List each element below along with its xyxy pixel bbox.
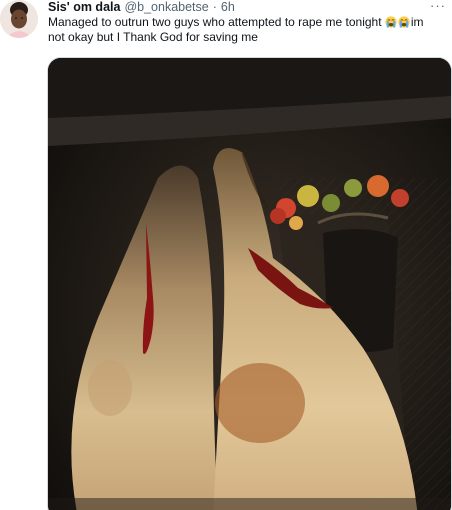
timestamp[interactable]: 6h [221,0,235,14]
author-handle[interactable]: @b_onkabetse [124,0,208,14]
tweet-text-part-1: Managed to outrun two guys who attempted… [48,15,385,29]
tweet-photo[interactable] [47,57,452,510]
tweet-header: Sis' om dala @b_onkabetse · 6h [48,0,235,16]
avatar-image [0,0,38,38]
author-name[interactable]: Sis' om dala [48,0,120,14]
tweet-text: Managed to outrun two guys who attempted… [48,15,438,45]
tweet: Sis' om dala @b_onkabetse · 6h ··· Manag… [0,0,452,510]
separator-dot: · [212,0,217,14]
loudly-crying-face-icon [398,16,411,28]
photo-content [48,58,451,510]
avatar[interactable] [0,0,38,38]
loudly-crying-face-icon [385,16,398,28]
more-options-icon[interactable]: ··· [430,0,446,13]
